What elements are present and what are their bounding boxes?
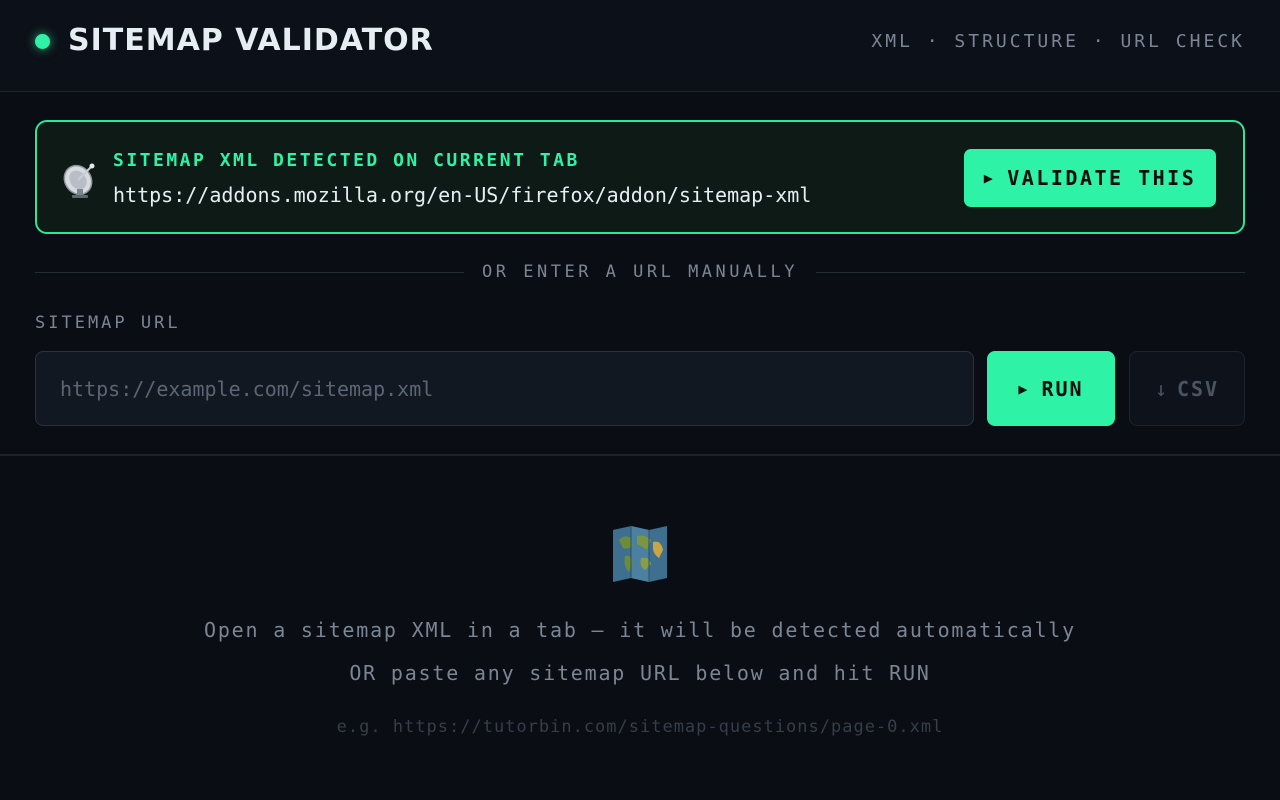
detected-title: SITEMAP XML DETECTED ON CURRENT TAB: [113, 150, 580, 171]
status-dot-icon: [35, 34, 50, 49]
play-icon: ▶: [983, 169, 996, 187]
divider-line-right: [815, 271, 1245, 273]
divider-line-left: [35, 271, 465, 273]
detected-url: https://addons.mozilla.org/en-US/firefox…: [113, 183, 813, 207]
app-title: SITEMAP VALIDATOR: [68, 23, 434, 58]
empty-state-line1: Open a sitemap XML in a tab — it will be…: [204, 618, 1076, 642]
validate-button-label: VALIDATE THIS: [1007, 166, 1197, 190]
satellite-dish-icon: [63, 158, 99, 198]
empty-state-line2: OR paste any sitemap URL below and hit R…: [349, 661, 931, 685]
run-button[interactable]: ▶ RUN: [987, 351, 1115, 426]
download-arrow-icon: ↓: [1154, 376, 1169, 401]
section-divider: [0, 454, 1280, 456]
play-icon: ▶: [1018, 379, 1030, 398]
validate-this-button[interactable]: ▶ VALIDATE THIS: [964, 149, 1216, 207]
divider-text: OR ENTER A URL MANUALLY: [482, 262, 798, 282]
app-header: SITEMAP VALIDATOR XML · STRUCTURE · URL …: [0, 0, 1280, 92]
app-tagline: XML · STRUCTURE · URL CHECK: [871, 31, 1245, 52]
world-map-icon: [611, 524, 669, 582]
sitemap-url-label: SITEMAP URL: [35, 313, 181, 333]
sitemap-url-input[interactable]: [35, 351, 974, 426]
detected-sitemap-card: SITEMAP XML DETECTED ON CURRENT TAB http…: [35, 120, 1245, 234]
csv-button-label: CSV: [1176, 376, 1220, 401]
empty-state-example: e.g. https://tutorbin.com/sitemap-questi…: [336, 717, 944, 737]
run-button-label: RUN: [1041, 376, 1084, 401]
or-divider: OR ENTER A URL MANUALLY: [35, 260, 1245, 284]
csv-export-button[interactable]: ↓ CSV: [1129, 351, 1245, 426]
